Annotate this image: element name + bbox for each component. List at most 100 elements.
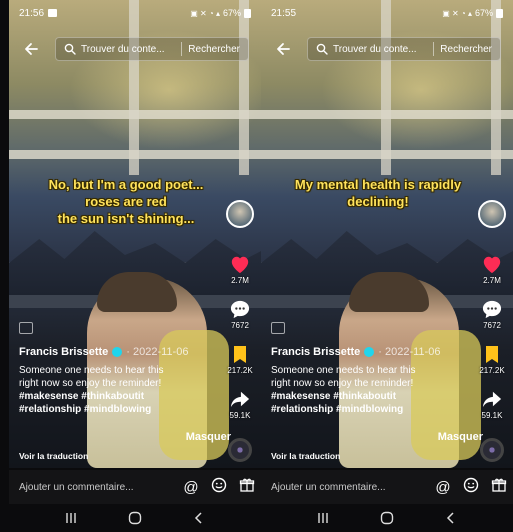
battery-icon	[244, 8, 251, 18]
post-info: Francis Brissette · 2022-11-06 Someone o…	[271, 346, 471, 416]
status-time: 21:55	[271, 7, 297, 19]
hashtag-line[interactable]: #makesense #thinkaboutit	[271, 390, 471, 403]
post-description: Someone one needs to hear this right now…	[19, 364, 219, 390]
heart-icon[interactable]	[229, 254, 251, 274]
post-date: · 2022-11-06	[378, 346, 441, 358]
comment-input[interactable]: Ajouter un commentaire...	[271, 482, 429, 493]
search-button[interactable]: Rechercher	[440, 44, 500, 55]
verified-icon	[112, 347, 123, 357]
status-bar: 21:56 ▣ ✕ ◔ ▴ 67%	[9, 0, 261, 26]
see-translation-link[interactable]: Voir la traduction	[271, 451, 340, 461]
save-count: 217.2K	[227, 366, 253, 375]
mention-icon[interactable]: @	[429, 479, 457, 496]
top-search-row: Trouver du conte... Rechercher	[261, 36, 513, 62]
mention-icon[interactable]: @	[177, 479, 205, 496]
share-icon[interactable]	[229, 389, 251, 409]
comment-bar: Ajouter un commentaire... @	[9, 470, 261, 504]
creator-avatar[interactable]	[478, 200, 506, 228]
search-bar[interactable]: Trouver du conte... Rechercher	[307, 37, 501, 61]
description-line: Someone one needs to hear this	[271, 365, 416, 376]
post-description: Someone one needs to hear this right now…	[271, 364, 471, 390]
hide-description-button[interactable]: Masquer	[438, 431, 483, 443]
heart-icon[interactable]	[481, 254, 503, 274]
music-disc-icon[interactable]	[228, 438, 252, 462]
author-line: Francis Brissette · 2022-11-06	[271, 346, 471, 358]
share-count: 59.1K	[229, 411, 251, 420]
video-panel-right: 21:55 ▣ ✕ ◔ ▴ 67% Trouver du conte... Re…	[261, 0, 513, 532]
home-icon[interactable]	[380, 511, 394, 525]
back-nav-icon[interactable]	[444, 511, 458, 525]
hashtag-line[interactable]: #relationship #mindblowing	[19, 403, 219, 416]
save-action[interactable]: 217.2K	[479, 344, 505, 375]
search-bar[interactable]: Trouver du conte... Rechercher	[55, 37, 249, 61]
home-icon[interactable]	[128, 511, 142, 525]
share-action[interactable]: 59.1K	[481, 389, 503, 420]
search-icon	[64, 43, 76, 55]
recents-icon[interactable]	[316, 511, 330, 525]
system-icons: ▣ ✕ ◔ ▴	[190, 8, 220, 18]
description-line: right now so enjoy the reminder!	[271, 378, 414, 389]
hide-description-button[interactable]: Masquer	[186, 431, 231, 443]
back-arrow-icon[interactable]	[23, 41, 39, 57]
hashtag-line[interactable]: #makesense #thinkaboutit	[19, 390, 219, 403]
author-line: Francis Brissette · 2022-11-06	[19, 346, 219, 358]
emoji-icon[interactable]	[205, 477, 233, 497]
see-translation-link[interactable]: Voir la traduction	[19, 451, 88, 461]
caption-line: the sun isn't shining...	[57, 211, 195, 226]
save-action[interactable]: 217.2K	[227, 344, 253, 375]
hashtags[interactable]: #makesense #thinkaboutit #relationship #…	[19, 390, 219, 416]
post-date: · 2022-11-06	[126, 346, 189, 358]
system-nav-bar	[9, 504, 261, 532]
like-action[interactable]: 2.7M	[481, 254, 503, 285]
back-nav-icon[interactable]	[192, 511, 206, 525]
top-search-row: Trouver du conte... Rechercher	[9, 36, 261, 62]
comment-input[interactable]: Ajouter un commentaire...	[19, 482, 177, 493]
system-nav-bar	[261, 504, 513, 532]
comment-action[interactable]: 7672	[229, 299, 251, 330]
like-count: 2.7M	[231, 276, 249, 285]
comment-icon[interactable]	[481, 299, 503, 319]
action-rail: 2.7M 7672 217.2K 59.1K	[223, 200, 257, 462]
post-info: Francis Brissette · 2022-11-06 Someone o…	[19, 346, 219, 416]
caption-line: My mental health is rapidly	[294, 177, 462, 192]
caption-line: No, but I'm a good poet...	[48, 177, 204, 192]
search-button[interactable]: Rechercher	[188, 44, 248, 55]
hashtag-line[interactable]: #relationship #mindblowing	[271, 403, 471, 416]
search-input[interactable]: Trouver du conte...	[81, 44, 175, 55]
search-icon	[316, 43, 328, 55]
comment-action[interactable]: 7672	[481, 299, 503, 330]
status-time: 21:56	[19, 7, 45, 19]
creator-avatar[interactable]	[226, 200, 254, 228]
comment-count: 7672	[231, 321, 249, 330]
like-action[interactable]: 2.7M	[229, 254, 251, 285]
author-name[interactable]: Francis Brissette	[19, 346, 108, 358]
status-bar: 21:55 ▣ ✕ ◔ ▴ 67%	[261, 0, 513, 26]
caption-tag-icon[interactable]	[271, 322, 285, 334]
gift-icon[interactable]	[233, 477, 261, 497]
share-count: 59.1K	[481, 411, 503, 420]
description-line: right now so enjoy the reminder!	[19, 378, 162, 389]
like-count: 2.7M	[483, 276, 501, 285]
video-caption-overlay: No, but I'm a good poet... roses are red…	[15, 176, 237, 227]
bookmark-icon[interactable]	[231, 344, 249, 364]
music-disc-icon[interactable]	[480, 438, 504, 462]
comment-icon[interactable]	[229, 299, 251, 319]
battery-icon	[496, 8, 503, 18]
share-action[interactable]: 59.1K	[229, 389, 251, 420]
gift-icon[interactable]	[485, 477, 513, 497]
comment-count: 7672	[483, 321, 501, 330]
back-arrow-icon[interactable]	[275, 41, 291, 57]
recents-icon[interactable]	[64, 511, 78, 525]
share-icon[interactable]	[481, 389, 503, 409]
battery-percent: 67%	[474, 8, 493, 18]
emoji-icon[interactable]	[457, 477, 485, 497]
video-caption-overlay: My mental health is rapidly declining!	[267, 176, 489, 210]
save-count: 217.2K	[479, 366, 505, 375]
video-panel-left: 21:56 ▣ ✕ ◔ ▴ 67% Trouver du conte... Re…	[9, 0, 261, 532]
hashtags[interactable]: #makesense #thinkaboutit #relationship #…	[271, 390, 471, 416]
caption-tag-icon[interactable]	[19, 322, 33, 334]
author-name[interactable]: Francis Brissette	[271, 346, 360, 358]
search-input[interactable]: Trouver du conte...	[333, 44, 427, 55]
description-line: Someone one needs to hear this	[19, 365, 164, 376]
bookmark-icon[interactable]	[483, 344, 501, 364]
